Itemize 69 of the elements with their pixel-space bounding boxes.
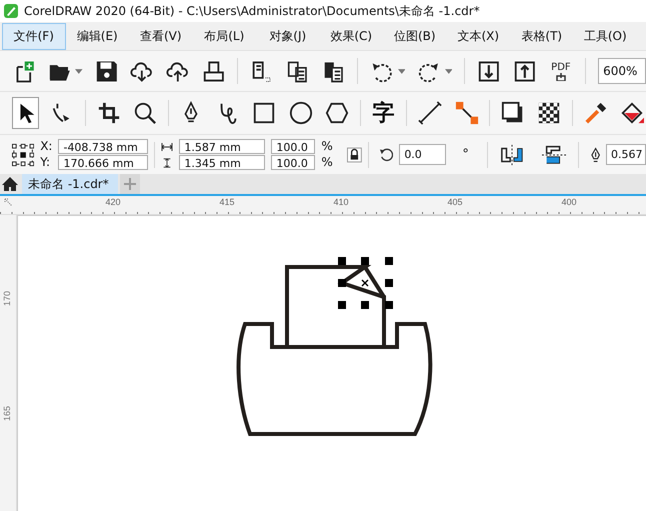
percent-unit: % <box>321 139 333 154</box>
rotation-field[interactable]: 0.0 <box>399 144 446 165</box>
zoom-field[interactable]: 600% <box>598 58 646 84</box>
menu-item[interactable]: 编辑(E) <box>66 22 129 50</box>
copy-icon[interactable] <box>286 58 310 84</box>
export-icon[interactable] <box>513 58 537 84</box>
app-logo-icon <box>4 4 18 18</box>
y-position-field[interactable]: 170.666 mm <box>58 155 148 170</box>
ruler-label: 405 <box>446 196 464 209</box>
height-icon <box>161 158 174 168</box>
scale-x-field[interactable]: 100.0 <box>271 139 316 154</box>
home-icon[interactable] <box>2 176 18 192</box>
hexagon-icon <box>325 101 350 125</box>
caret-icon[interactable] <box>398 68 406 74</box>
tray-icon <box>556 72 566 80</box>
print-icon[interactable] <box>202 58 226 84</box>
pen-nib-icon <box>590 146 600 162</box>
y-label: Y: <box>40 155 51 170</box>
x-label: X: <box>40 139 52 154</box>
checkerboard-icon <box>537 101 562 125</box>
percent-unit: % <box>321 155 333 170</box>
eyedropper-icon <box>584 101 608 125</box>
publish-pdf-button[interactable]: PDF <box>548 62 574 80</box>
menu-item[interactable]: 效果(C) <box>320 22 383 50</box>
line-icon <box>418 101 442 125</box>
connector-icon <box>454 101 479 125</box>
ruler-label: 165 <box>2 406 12 420</box>
window-title: CorelDRAW 2020 (64-Bit) - C:\Users\Administrator\Documents\未命名 -1.cdr* <box>24 2 480 20</box>
menu-item[interactable]: 表格(T) <box>510 22 574 50</box>
selection-handles-drawing[interactable] <box>338 257 393 309</box>
width-icon <box>161 142 174 152</box>
shape-drawing[interactable] <box>236 265 432 436</box>
ruler-origin-icon[interactable] <box>4 198 14 208</box>
crop-icon <box>96 101 121 125</box>
paint-bucket-icon <box>620 101 644 125</box>
import-icon[interactable] <box>477 58 501 84</box>
menu-item[interactable]: 对象(J) <box>256 22 320 50</box>
menu-item[interactable]: 位图(B) <box>383 22 446 50</box>
caret-icon[interactable] <box>444 68 452 74</box>
menu-item[interactable]: 文件(F) <box>2 22 66 50</box>
magnifier-icon <box>133 101 158 125</box>
x-position-field[interactable]: -408.738 mm <box>58 139 148 154</box>
menu-item[interactable]: 布局(L) <box>192 22 256 50</box>
rectangle-icon <box>252 101 276 125</box>
save-icon[interactable] <box>94 58 118 84</box>
text-tool[interactable]: 字 <box>370 97 398 129</box>
height-field[interactable]: 1.345 mm <box>179 155 266 170</box>
lock-icon[interactable] <box>346 146 362 162</box>
ruler-label: 170 <box>2 292 12 306</box>
mirror-vertical-icon[interactable] <box>542 144 566 166</box>
caret-icon[interactable] <box>75 68 83 74</box>
rotate-icon <box>378 146 394 162</box>
mirror-horizontal-icon[interactable] <box>500 144 524 166</box>
outline-width-field[interactable]: 0.567 <box>606 144 646 165</box>
ruler-label: 410 <box>332 196 350 209</box>
menu-item[interactable]: 查看(V) <box>129 22 192 50</box>
circle-icon <box>288 101 313 125</box>
width-field[interactable]: 1.587 mm <box>179 139 266 154</box>
pick-tool[interactable] <box>12 97 40 129</box>
ruler-label: 420 <box>104 196 122 209</box>
degree-unit: ° <box>462 147 469 162</box>
scale-y-field[interactable]: 100.0 <box>271 155 316 170</box>
ruler-label: 415 <box>218 196 236 209</box>
document-tab[interactable]: 未命名 -1.cdr* <box>22 174 118 194</box>
ruler-label: 400 <box>560 196 578 209</box>
reference-point-icon[interactable] <box>12 142 34 166</box>
menu-item[interactable]: 文本(X) <box>446 22 510 50</box>
menu-item[interactable]: 工具(O) <box>574 22 637 50</box>
shadow-icon <box>500 101 525 125</box>
